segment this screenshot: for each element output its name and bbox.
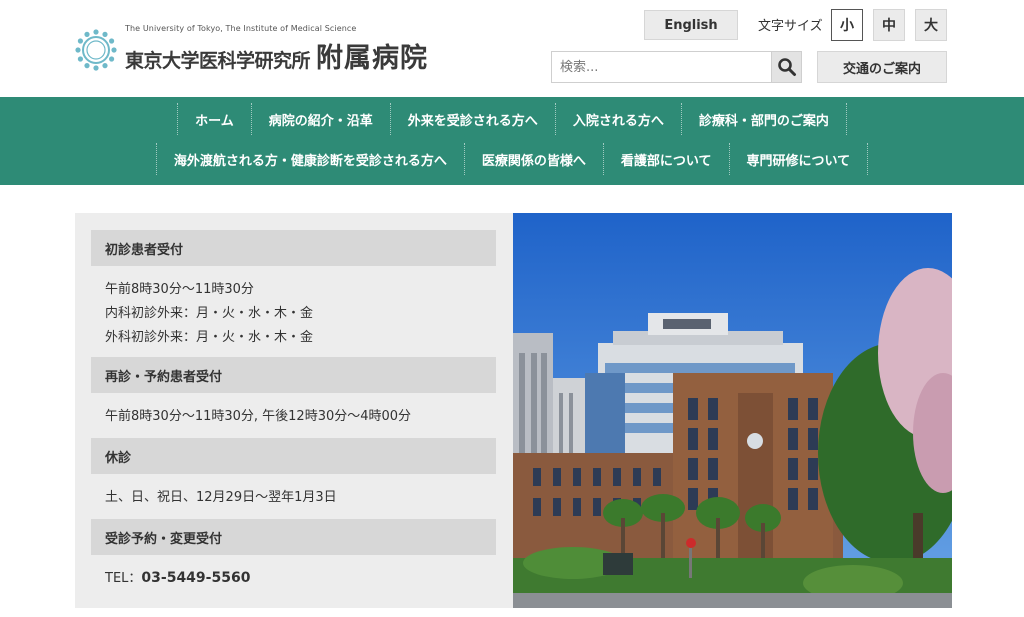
fontsize-medium-button[interactable]: 中 (873, 9, 905, 41)
search-box (551, 51, 802, 83)
search-button[interactable] (771, 52, 801, 82)
nav-item-departments[interactable]: 診療科・部門のご案内 (680, 103, 847, 135)
fontsize-large-button[interactable]: 大 (915, 9, 947, 41)
reception-info-panel: 初診患者受付 午前8時30分～11時30分 内科初診外来：月・火・水・木・金 外… (75, 213, 513, 608)
logo-hospital-name: 附属病院 (316, 43, 429, 74)
logo-english-name: The University of Tokyo, The Institute o… (125, 24, 357, 33)
closed-days: 土、日、祝日、12月29日～翌年1月3日 (105, 490, 337, 505)
search-input[interactable] (552, 52, 771, 82)
nav-item-outpatient[interactable]: 外来を受診される方へ (389, 103, 555, 135)
nav-item-travel-checkup[interactable]: 海外渡航される方・健康診断を受診される方へ (155, 143, 464, 175)
appointment-phone: TEL：03-5449-5560 (105, 567, 250, 586)
nav-item-training[interactable]: 専門研修について (728, 143, 869, 175)
appointment-heading: 受診予約・変更受付 (91, 519, 496, 555)
revisit-hours: 午前8時30分～11時30分, 午後12時30分～4時00分 (105, 409, 412, 424)
internal-medicine-days: 内科初診外来：月・火・水・木・金 (105, 306, 314, 321)
nav-item-medical-professionals[interactable]: 医療関係の皆様へ (463, 143, 603, 175)
main-nav: ホーム 病院の紹介・沿革 外来を受診される方へ 入院される方へ 診療科・部門のご… (0, 97, 1024, 185)
nav-item-about[interactable]: 病院の紹介・沿革 (250, 103, 390, 135)
english-button[interactable]: English (644, 10, 738, 40)
access-button[interactable]: 交通のご案内 (817, 51, 947, 83)
first-visit-hours: 午前8時30分～11時30分 (105, 282, 254, 297)
revisit-heading: 再診・予約患者受付 (91, 357, 496, 393)
fontsize-label: 文字サイズ (758, 19, 823, 34)
phone-number[interactable]: 03-5449-5560 (141, 570, 250, 586)
fontsize-small-button[interactable]: 小 (831, 9, 863, 41)
closed-heading: 休診 (91, 438, 496, 474)
search-icon (777, 58, 796, 76)
nav-row-1: ホーム 病院の紹介・沿革 外来を受診される方へ 入院される方へ 診療科・部門のご… (0, 103, 1024, 135)
nav-item-inpatient[interactable]: 入院される方へ (554, 103, 681, 135)
surgery-days: 外科初診外来：月・火・水・木・金 (105, 330, 314, 345)
site-logo[interactable]: The University of Tokyo, The Institute o… (75, 24, 428, 75)
hospital-building-photo (513, 213, 952, 608)
phone-prefix: TEL： (105, 571, 142, 586)
nav-item-nursing[interactable]: 看護部について (602, 143, 729, 175)
logo-institute-name: 東京大学医科学研究所 (125, 50, 311, 72)
nav-item-home[interactable]: ホーム (177, 103, 251, 135)
university-seal-icon (75, 28, 117, 71)
first-visit-heading: 初診患者受付 (91, 230, 496, 266)
nav-row-2: 海外渡航される方・健康診断を受診される方へ 医療関係の皆様へ 看護部について 専… (0, 143, 1024, 175)
